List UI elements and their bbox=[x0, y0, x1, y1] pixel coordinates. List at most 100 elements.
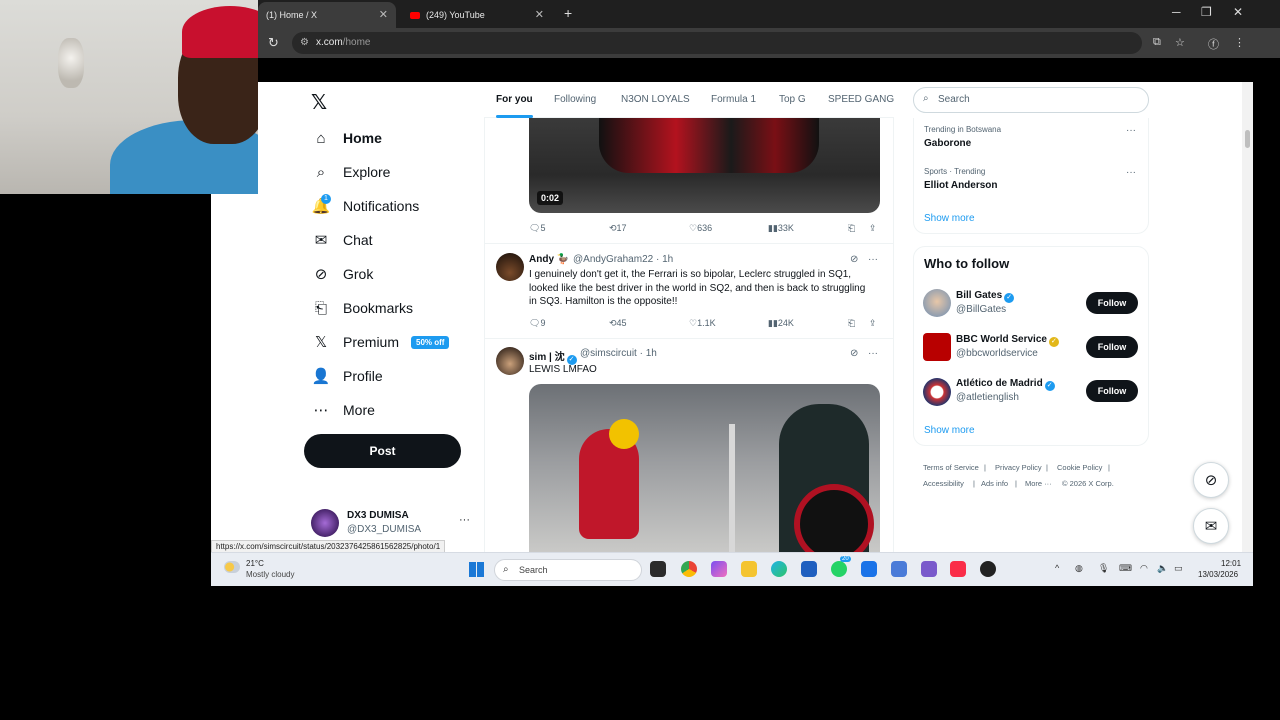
scrollbar-thumb[interactable] bbox=[1245, 130, 1250, 148]
nav-profile[interactable]: 👤 Profile bbox=[312, 367, 383, 385]
weather-description[interactable]: Mostly cloudy bbox=[246, 570, 294, 579]
post-photo[interactable] bbox=[529, 384, 880, 552]
app-icon[interactable] bbox=[921, 561, 937, 577]
nav-notifications[interactable]: 🔔 1 Notifications bbox=[312, 194, 419, 215]
windows-start-icon[interactable] bbox=[469, 562, 484, 577]
tab-n3on-loyals[interactable]: N3ON LOYALS bbox=[621, 94, 690, 105]
account-switcher[interactable]: DX3 DUMISA @DX3_DUMISA ··· bbox=[311, 508, 481, 538]
account-more-icon[interactable]: ··· bbox=[459, 514, 470, 526]
follow-button[interactable]: Follow bbox=[1086, 336, 1138, 358]
post-author-handle[interactable]: @AndyGraham22 · 1h bbox=[573, 254, 673, 265]
grok-explain-icon[interactable]: ⊘ bbox=[850, 254, 858, 265]
page-scrollbar[interactable] bbox=[1242, 82, 1253, 552]
bookmark-icon[interactable]: ⎗ bbox=[848, 318, 855, 329]
search-input[interactable]: ⌕ Search bbox=[913, 87, 1149, 113]
post-video[interactable]: 0:02 bbox=[529, 118, 880, 213]
footer-privacy-link[interactable]: Privacy Policy bbox=[995, 463, 1042, 472]
reply-button[interactable]: 🗨 9 bbox=[529, 318, 545, 329]
profile-icon[interactable]: ⓕ bbox=[1208, 36, 1219, 52]
grok-explain-icon[interactable]: ⊘ bbox=[850, 348, 858, 359]
task-view-icon[interactable] bbox=[650, 561, 666, 577]
who-show-more-link[interactable]: Show more bbox=[924, 425, 975, 436]
like-button[interactable]: ♡ 1.1K bbox=[689, 318, 716, 329]
menu-kebab-icon[interactable]: ⋮ bbox=[1234, 36, 1245, 49]
store-icon[interactable] bbox=[801, 561, 817, 577]
outlook-icon[interactable] bbox=[861, 561, 877, 577]
footer-terms-link[interactable]: Terms of Service bbox=[923, 463, 979, 472]
trend-name[interactable]: Elliot Anderson bbox=[924, 180, 998, 191]
post-button[interactable]: Post bbox=[304, 434, 461, 468]
atletico-crest-avatar[interactable] bbox=[923, 378, 951, 406]
new-tab-button[interactable]: + bbox=[564, 5, 572, 21]
follow-button[interactable]: Follow bbox=[1086, 292, 1138, 314]
avatar[interactable] bbox=[496, 347, 524, 375]
site-info-icon[interactable]: ⚙ bbox=[300, 37, 309, 48]
trend-more-icon[interactable]: ··· bbox=[1126, 125, 1136, 136]
close-tab-icon[interactable]: ✕ bbox=[535, 8, 544, 21]
weather-cloud-icon[interactable] bbox=[224, 561, 240, 573]
views-button[interactable]: ▮▮ 33K bbox=[768, 223, 794, 234]
follow-suggestion-name[interactable]: Atlético de Madrid ✓ bbox=[956, 378, 1055, 391]
tab-speed-gang[interactable]: SPEED GANG bbox=[828, 94, 894, 105]
share-icon[interactable]: ⇪ bbox=[869, 318, 877, 329]
like-button[interactable]: ♡ 636 bbox=[689, 223, 712, 234]
wifi-icon[interactable]: ◠ bbox=[1140, 563, 1148, 574]
taskbar-date[interactable]: 13/03/2026 bbox=[1198, 570, 1238, 579]
close-tab-icon[interactable]: ✕ bbox=[379, 8, 388, 21]
trend-more-icon[interactable]: ··· bbox=[1126, 167, 1136, 178]
bbc-logo-avatar[interactable] bbox=[923, 333, 951, 361]
share-icon[interactable]: ⇪ bbox=[869, 223, 877, 234]
nav-grok[interactable]: ⊘ Grok bbox=[312, 265, 374, 283]
trends-show-more-link[interactable]: Show more bbox=[924, 213, 975, 224]
nav-explore[interactable]: ⌕ Explore bbox=[312, 163, 391, 181]
maximize-button[interactable]: ❐ bbox=[1201, 5, 1212, 19]
file-explorer-icon[interactable] bbox=[741, 561, 757, 577]
nav-premium[interactable]: 𝕏 Premium 50% off bbox=[312, 333, 450, 351]
nav-chat[interactable]: ✉ Chat bbox=[312, 231, 373, 249]
notepad-icon[interactable] bbox=[891, 561, 907, 577]
tab-formula-1[interactable]: Formula 1 bbox=[711, 94, 756, 105]
close-window-button[interactable]: ✕ bbox=[1233, 5, 1243, 19]
x-logo-icon[interactable]: 𝕏 bbox=[311, 90, 327, 115]
browser-tab-x-home[interactable]: (1) Home / X ✕ bbox=[258, 2, 396, 28]
follow-suggestion-name[interactable]: Bill Gates ✓ bbox=[956, 290, 1015, 303]
post-author-name[interactable]: Andy 🦆 bbox=[529, 254, 569, 265]
reply-button[interactable]: 🗨 5 bbox=[529, 223, 545, 234]
bookmark-icon[interactable]: ⎗ bbox=[848, 223, 855, 234]
whatsapp-icon[interactable]: 20 bbox=[831, 556, 851, 577]
nav-bookmarks[interactable]: ⎗ Bookmarks bbox=[312, 299, 413, 317]
microphone-icon[interactable]: 🎙 bbox=[1098, 563, 1109, 574]
tray-chevron-icon[interactable]: ^ bbox=[1055, 563, 1059, 573]
tab-for-you[interactable]: For you bbox=[496, 94, 533, 118]
follow-button[interactable]: Follow bbox=[1086, 380, 1138, 402]
tab-following[interactable]: Following bbox=[554, 94, 596, 105]
follow-suggestion-name[interactable]: BBC World Service ✓ bbox=[956, 334, 1059, 347]
avatar[interactable] bbox=[923, 289, 951, 317]
post-author-handle[interactable]: @simscircuit · 1h bbox=[580, 348, 657, 359]
avatar[interactable] bbox=[496, 253, 524, 281]
nav-home[interactable]: ⌂ Home bbox=[312, 129, 381, 147]
weather-temperature[interactable]: 21°C bbox=[246, 559, 264, 568]
nav-more[interactable]: ⋯ More bbox=[312, 401, 375, 419]
reload-icon[interactable]: ↻ bbox=[268, 35, 279, 51]
grok-fab-icon[interactable]: ⊘ bbox=[1193, 462, 1229, 498]
keyboard-icon[interactable]: ⌨ bbox=[1119, 563, 1132, 574]
app-icon[interactable] bbox=[980, 561, 996, 577]
views-button[interactable]: ▮▮ 24K bbox=[768, 318, 794, 329]
post-more-icon[interactable]: ··· bbox=[868, 348, 878, 359]
music-icon[interactable] bbox=[950, 561, 966, 577]
battery-icon[interactable]: ▭ bbox=[1174, 563, 1183, 574]
messages-fab-icon[interactable]: ✉ bbox=[1193, 508, 1229, 544]
minimize-button[interactable]: ─ bbox=[1172, 5, 1181, 19]
tray-app-icon[interactable]: ◍ bbox=[1075, 563, 1083, 574]
footer-more-link[interactable]: More ··· bbox=[1025, 479, 1052, 488]
browser-tab-youtube[interactable]: (249) YouTube ✕ bbox=[402, 2, 552, 28]
bookmark-star-icon[interactable]: ☆ bbox=[1175, 36, 1185, 49]
install-app-icon[interactable]: ⧉ bbox=[1153, 36, 1161, 49]
address-bar[interactable]: ⚙ x.com/home bbox=[292, 32, 1142, 54]
taskbar-time[interactable]: 12:01 bbox=[1221, 559, 1241, 568]
post-more-icon[interactable]: ··· bbox=[868, 254, 878, 265]
footer-ads-info-link[interactable]: Ads info bbox=[981, 479, 1008, 488]
copilot-icon[interactable] bbox=[711, 561, 727, 577]
edge-icon[interactable] bbox=[771, 561, 787, 577]
